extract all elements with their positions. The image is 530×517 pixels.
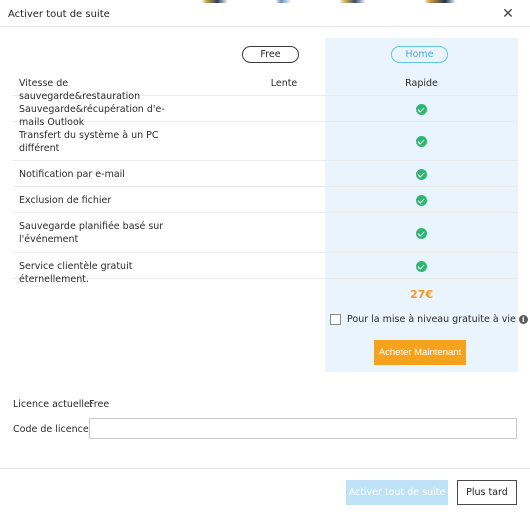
check-circle-icon [416,228,427,239]
home-price: 27€ [410,288,433,301]
check-circle-icon [416,195,427,206]
feature-row: Notification par e-mail [13,161,518,187]
feature-row: Sauvegarde&récupération d'e-mails Outloo… [13,96,518,128]
info-icon[interactable]: i [518,315,528,324]
feature-label: Notification par e-mail [19,169,125,180]
current-license-label: Licence actuelle: [13,399,94,410]
footer-divider [0,468,530,469]
buy-now-button[interactable]: Acheter Maintenant [374,340,466,365]
title-bar: Activer tout de suite ✕ [0,3,530,27]
feature-free-value: Lente [270,78,298,89]
check-circle-icon [416,136,427,147]
feature-home-check [325,260,518,273]
feature-row: Transfert du système à un PC différent [13,122,518,161]
close-icon[interactable]: ✕ [500,6,516,22]
window-title: Activer tout de suite [8,9,110,20]
feature-row: Service clientèle gratuit éternellement. [13,253,518,285]
license-code-input[interactable] [89,418,517,439]
feature-home-check [325,227,518,240]
check-circle-icon [416,104,427,115]
feature-label: Service clientèle gratuit éternellement. [19,261,133,285]
feature-home-check [325,168,518,181]
feature-row: Exclusion de fichier [13,187,518,213]
feature-home-check [325,194,518,207]
plan-free-label: Free [242,46,299,63]
feature-label: Transfert du système à un PC différent [19,130,159,154]
feature-home-value: Rapide [405,78,438,89]
check-circle-icon [416,169,427,180]
feature-label: Exclusion de fichier [19,195,112,206]
feature-row: Vitesse de sauvegarde&restauration Lente R… [13,70,518,102]
later-button[interactable]: Plus tard [457,480,517,505]
upgrade-option: Pour la mise à niveau gratuite à vie i [330,314,528,325]
feature-label: Sauvegarde planifiée basé sur l'événemen… [19,221,164,245]
activate-button[interactable]: Activer tout de suite [346,480,448,505]
feature-row: Sauvegarde planifiée basé sur l'événemen… [13,213,518,253]
license-code-label: Code de licence: [13,424,92,435]
check-circle-icon [416,261,427,272]
current-license-value: Free [89,399,110,410]
feature-home-check [325,103,518,116]
upgrade-checkbox[interactable] [330,314,341,325]
plan-home-label: Home [391,46,448,63]
upgrade-text: Pour la mise à niveau gratuite à vie [347,314,516,325]
feature-home-check [325,135,518,148]
